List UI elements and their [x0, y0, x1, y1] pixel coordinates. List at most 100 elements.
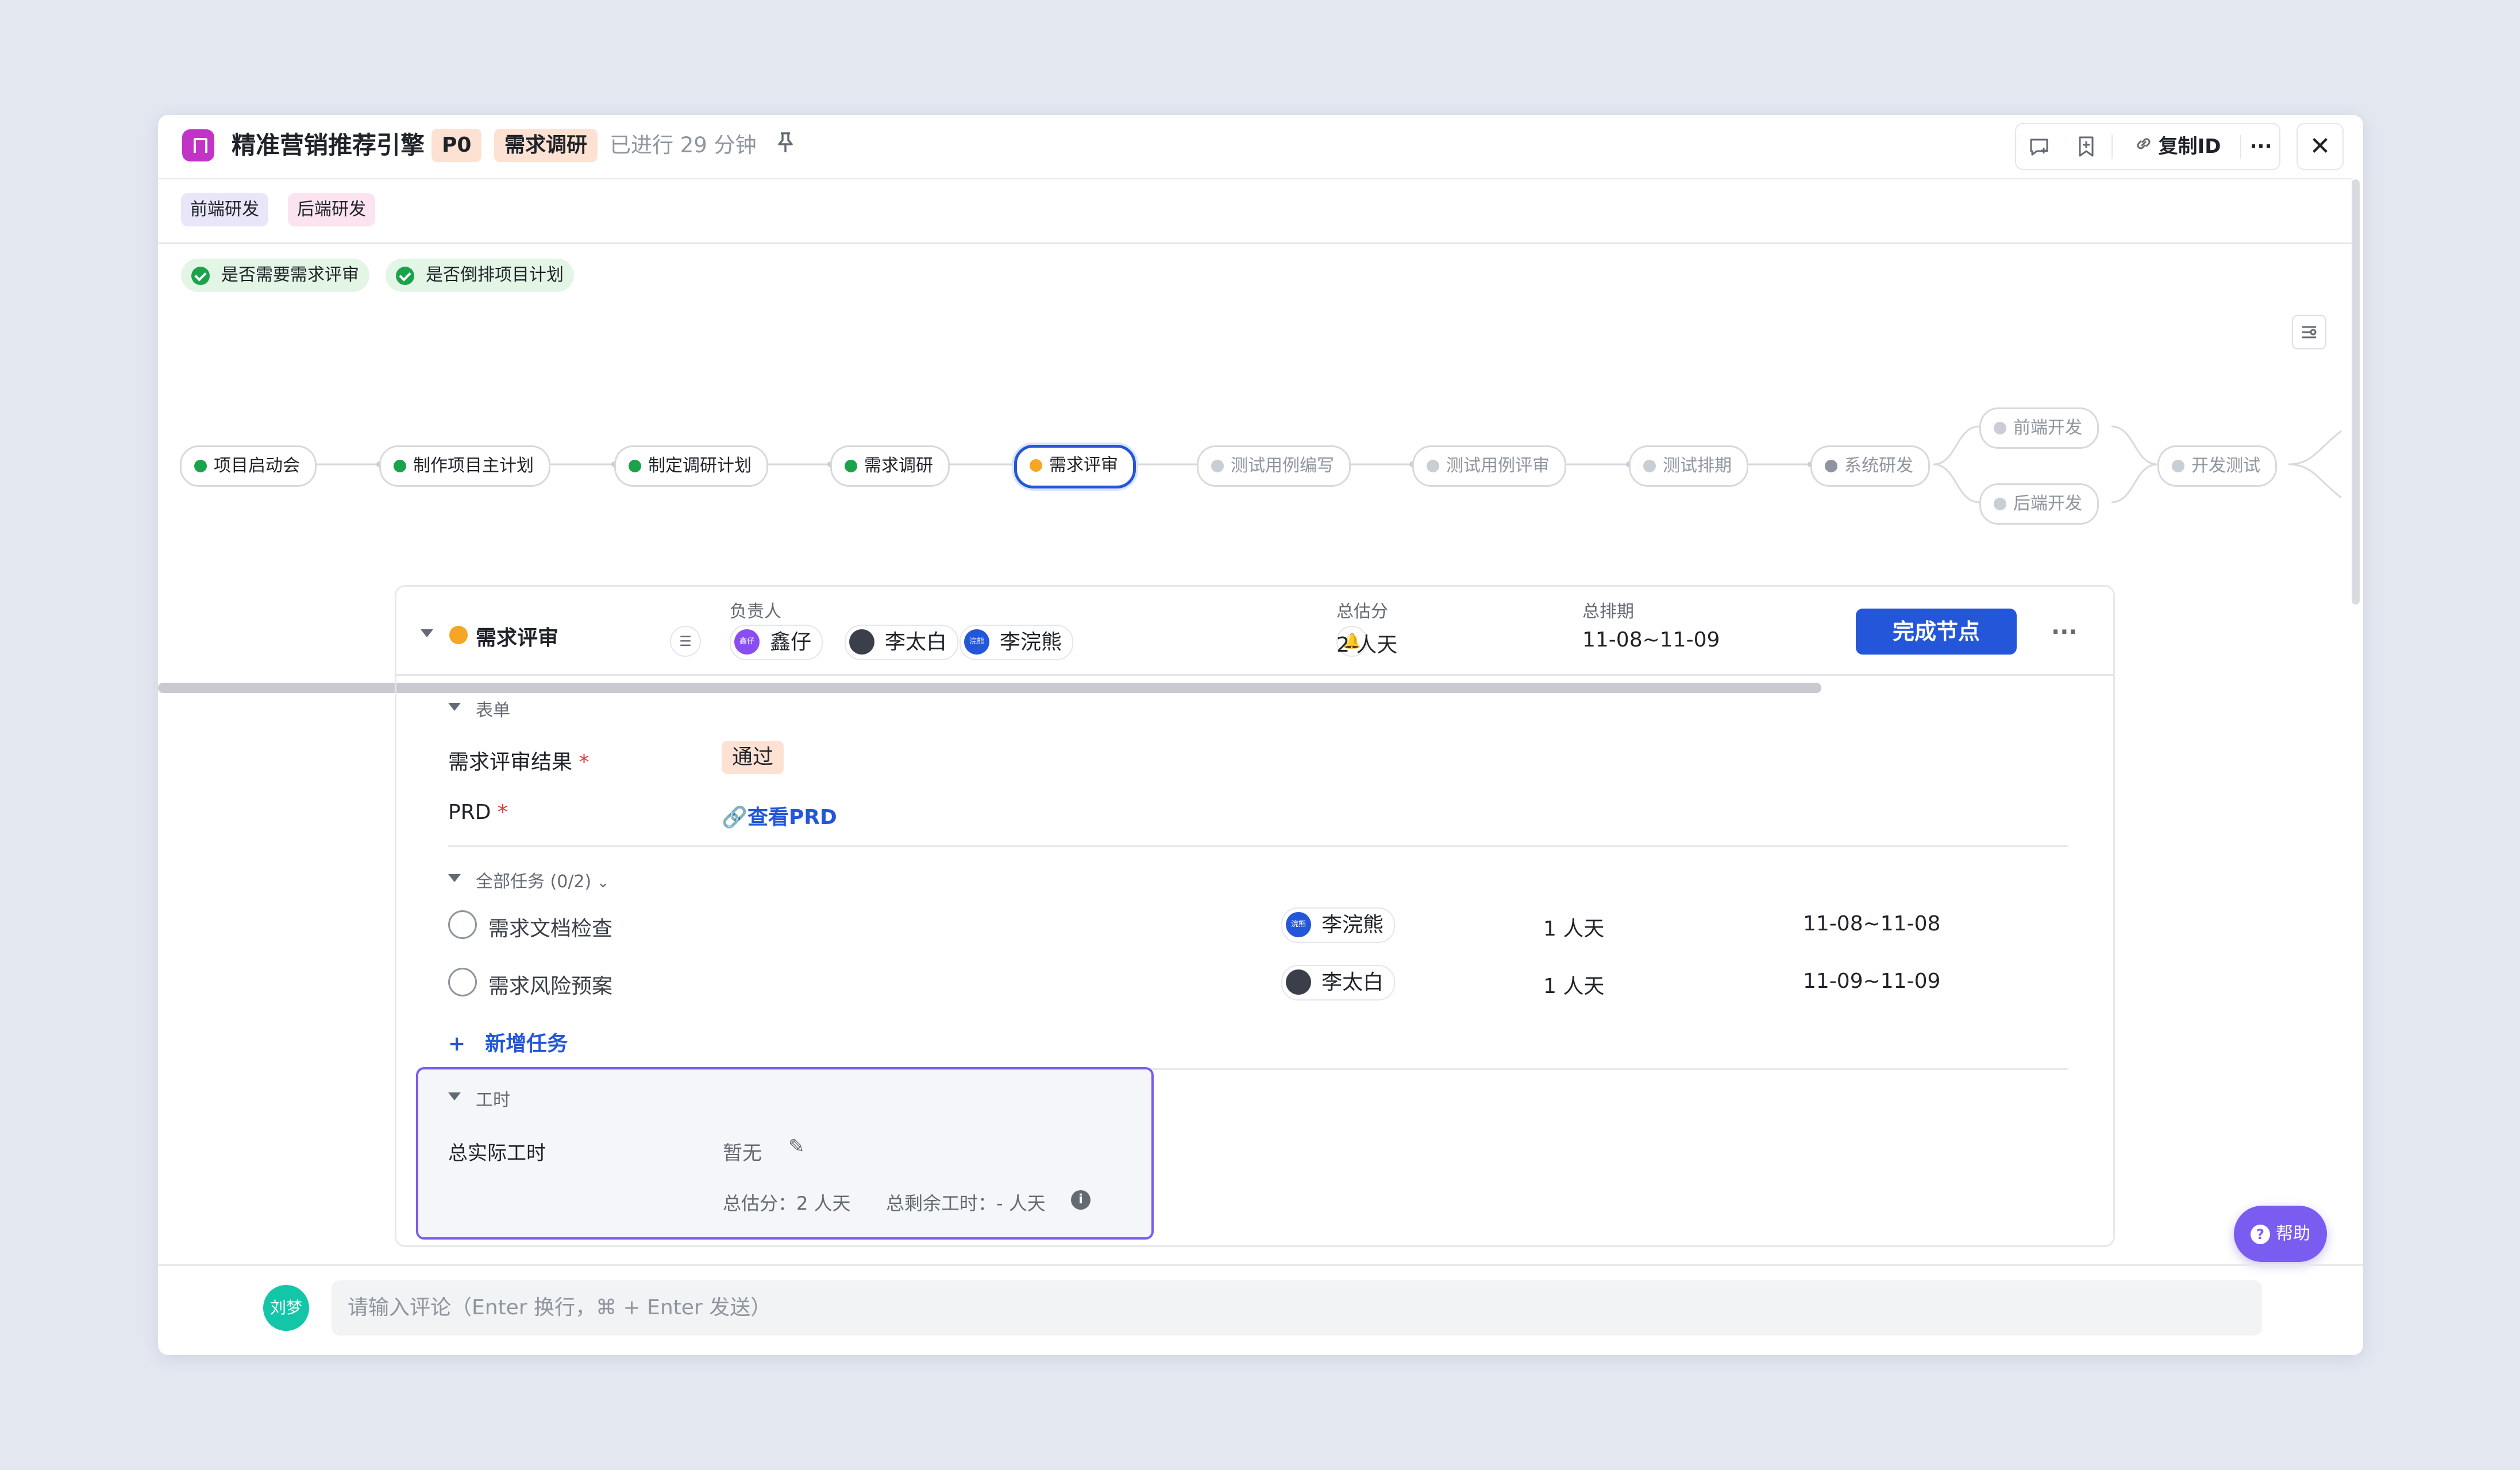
status-dot [1825, 460, 1837, 472]
flow-node[interactable]: 制作项目主计划 [379, 445, 550, 487]
header-divider [158, 178, 2353, 179]
elapsed-time: 已进行 29 分钟 [610, 133, 757, 157]
complete-node-button[interactable]: 完成节点 [1856, 609, 2017, 655]
chevron-down-icon: ⌄ [596, 874, 610, 891]
info-icon[interactable]: i [1071, 1190, 1091, 1210]
estimate-label: 总估分 [1336, 602, 1388, 622]
card-header-divider [396, 674, 2113, 676]
review-result-badge[interactable]: 通过 [722, 741, 784, 774]
summary-estimate: 总估分：2 人天 [723, 1192, 851, 1214]
toolbar-divider [2240, 134, 2241, 159]
task-schedule: 11-09~11-09 [1803, 969, 1941, 993]
add-task-label: 新增任务 [485, 1032, 568, 1056]
collapse-caret-icon[interactable] [448, 703, 461, 711]
tasks-section-label[interactable]: 全部任务 (0/2) ⌄ [476, 867, 610, 892]
flow-node-label: 需求调研 [864, 456, 933, 476]
flow-node[interactable]: 前端开发 [1979, 407, 2099, 449]
task-detail-window: 精准营销推荐引擎 P0 需求调研 已进行 29 分钟 复制ID ··· ✕ 前端… [158, 115, 2363, 1355]
comment-divider [158, 1264, 2363, 1266]
comment-input[interactable]: 请输入评论（Enter 换行，⌘ + Enter 发送） [332, 1280, 2262, 1336]
assignee-chip[interactable]: 浣熊 李浣熊 [1281, 907, 1396, 943]
assignee-name: 李太白 [1321, 971, 1384, 994]
actual-hours-label: 总实际工时 [448, 1142, 546, 1165]
required-mark: * [579, 751, 589, 774]
condition-badge: 是否倒排项目计划 [386, 259, 574, 292]
status-dot [1994, 498, 2006, 510]
status-dot [1030, 459, 1042, 472]
form-section-label: 表单 [476, 701, 510, 721]
owner-name: 鑫仔 [770, 630, 812, 654]
flow-node-label: 测试用例评审 [1446, 456, 1550, 476]
flow-node[interactable]: 系统研发 [1810, 445, 1930, 487]
flow-node[interactable]: 制定调研计划 [614, 445, 768, 487]
more-icon[interactable]: ··· [2051, 619, 2078, 645]
tag-frontend[interactable]: 前端研发 [181, 193, 268, 226]
prd-link[interactable]: 🔗查看PRD [722, 801, 837, 830]
more-icon[interactable]: ··· [2244, 124, 2278, 169]
task-estimate: 1 人天 [1543, 975, 1605, 998]
owner-label: 负责人 [730, 602, 781, 622]
flow-node[interactable]: 开发测试 [2157, 445, 2277, 487]
task-checkbox[interactable] [448, 968, 477, 996]
task-estimate: 1 人天 [1543, 917, 1605, 941]
collapse-caret-icon[interactable] [448, 1092, 461, 1100]
flow-node[interactable]: 测试排期 [1629, 445, 1748, 487]
schedule-label: 总排期 [1582, 602, 1634, 622]
check-circle-icon [191, 267, 210, 285]
stage-badge[interactable]: 需求调研 [494, 129, 598, 162]
assignee-name: 李浣熊 [1321, 913, 1384, 937]
collapse-caret-icon[interactable] [421, 629, 433, 637]
flow-node-label: 测试用例编写 [1231, 456, 1334, 476]
flow-node-label: 系统研发 [1844, 456, 1913, 476]
filter-settings-icon[interactable] [2292, 315, 2326, 349]
help-button[interactable]: ? 帮助 [2234, 1206, 2327, 1262]
owner-chip[interactable]: 李太白 [845, 625, 959, 660]
flow-node[interactable]: 项目启动会 [180, 445, 317, 487]
owner-chip[interactable]: 浣熊 李浣熊 [960, 625, 1074, 660]
avatar [849, 629, 874, 655]
edit-icon[interactable]: ✎ [788, 1135, 805, 1158]
plus-icon: + [448, 1032, 466, 1056]
estimate-value: 2 人天 [1336, 633, 1398, 657]
status-dot [2172, 460, 2184, 472]
node-title: 需求评审 [476, 626, 559, 650]
copy-id-button[interactable]: 复制ID [2120, 124, 2234, 169]
form-field-label: PRD * [448, 801, 508, 824]
flow-node[interactable]: 后端开发 [1979, 483, 2099, 525]
task-name[interactable]: 需求文档检查 [488, 912, 612, 942]
flow-node-label: 制定调研计划 [648, 456, 752, 476]
field-label-text: PRD [448, 801, 491, 824]
flow-node-current[interactable]: 需求评审 [1014, 445, 1136, 488]
status-dot [1211, 460, 1224, 472]
flow-node[interactable]: 需求调研 [830, 445, 950, 487]
vertical-scrollbar[interactable] [2352, 179, 2360, 605]
status-dot [394, 460, 406, 472]
bookmark-icon [182, 129, 214, 161]
close-icon[interactable]: ✕ [2296, 123, 2344, 170]
status-dot [1643, 460, 1656, 472]
work-hours-label: 工时 [476, 1090, 510, 1110]
priority-badge[interactable]: P0 [431, 129, 482, 162]
flow-node[interactable]: 测试用例评审 [1412, 445, 1566, 487]
section-divider [158, 243, 2353, 244]
tag-backend[interactable]: 后端研发 [288, 193, 375, 226]
add-task-button[interactable]: + 新增任务 [448, 1027, 568, 1057]
bookmark-add-icon[interactable] [2069, 124, 2103, 169]
flow-node[interactable]: 测试用例编写 [1197, 445, 1351, 487]
section-divider [448, 845, 2068, 847]
list-icon[interactable]: ☰ [670, 626, 701, 657]
comment-add-icon[interactable] [2022, 124, 2056, 169]
owner-name: 李浣熊 [1000, 630, 1062, 654]
owner-chip[interactable]: 鑫仔 鑫仔 [730, 625, 823, 660]
required-mark: * [497, 801, 508, 824]
task-checkbox[interactable] [448, 910, 477, 939]
task-name[interactable]: 需求风险预案 [488, 969, 612, 999]
field-label-text: 需求评审结果 [448, 751, 573, 774]
condition-badge: 是否需要需求评审 [181, 259, 369, 292]
flow-node-label: 开发测试 [2191, 456, 2260, 476]
assignee-chip[interactable]: 李太白 [1281, 965, 1396, 1000]
pin-icon[interactable] [776, 131, 795, 159]
avatar: 浣熊 [1286, 912, 1311, 937]
collapse-caret-icon[interactable] [448, 874, 461, 882]
avatar [1286, 969, 1311, 995]
